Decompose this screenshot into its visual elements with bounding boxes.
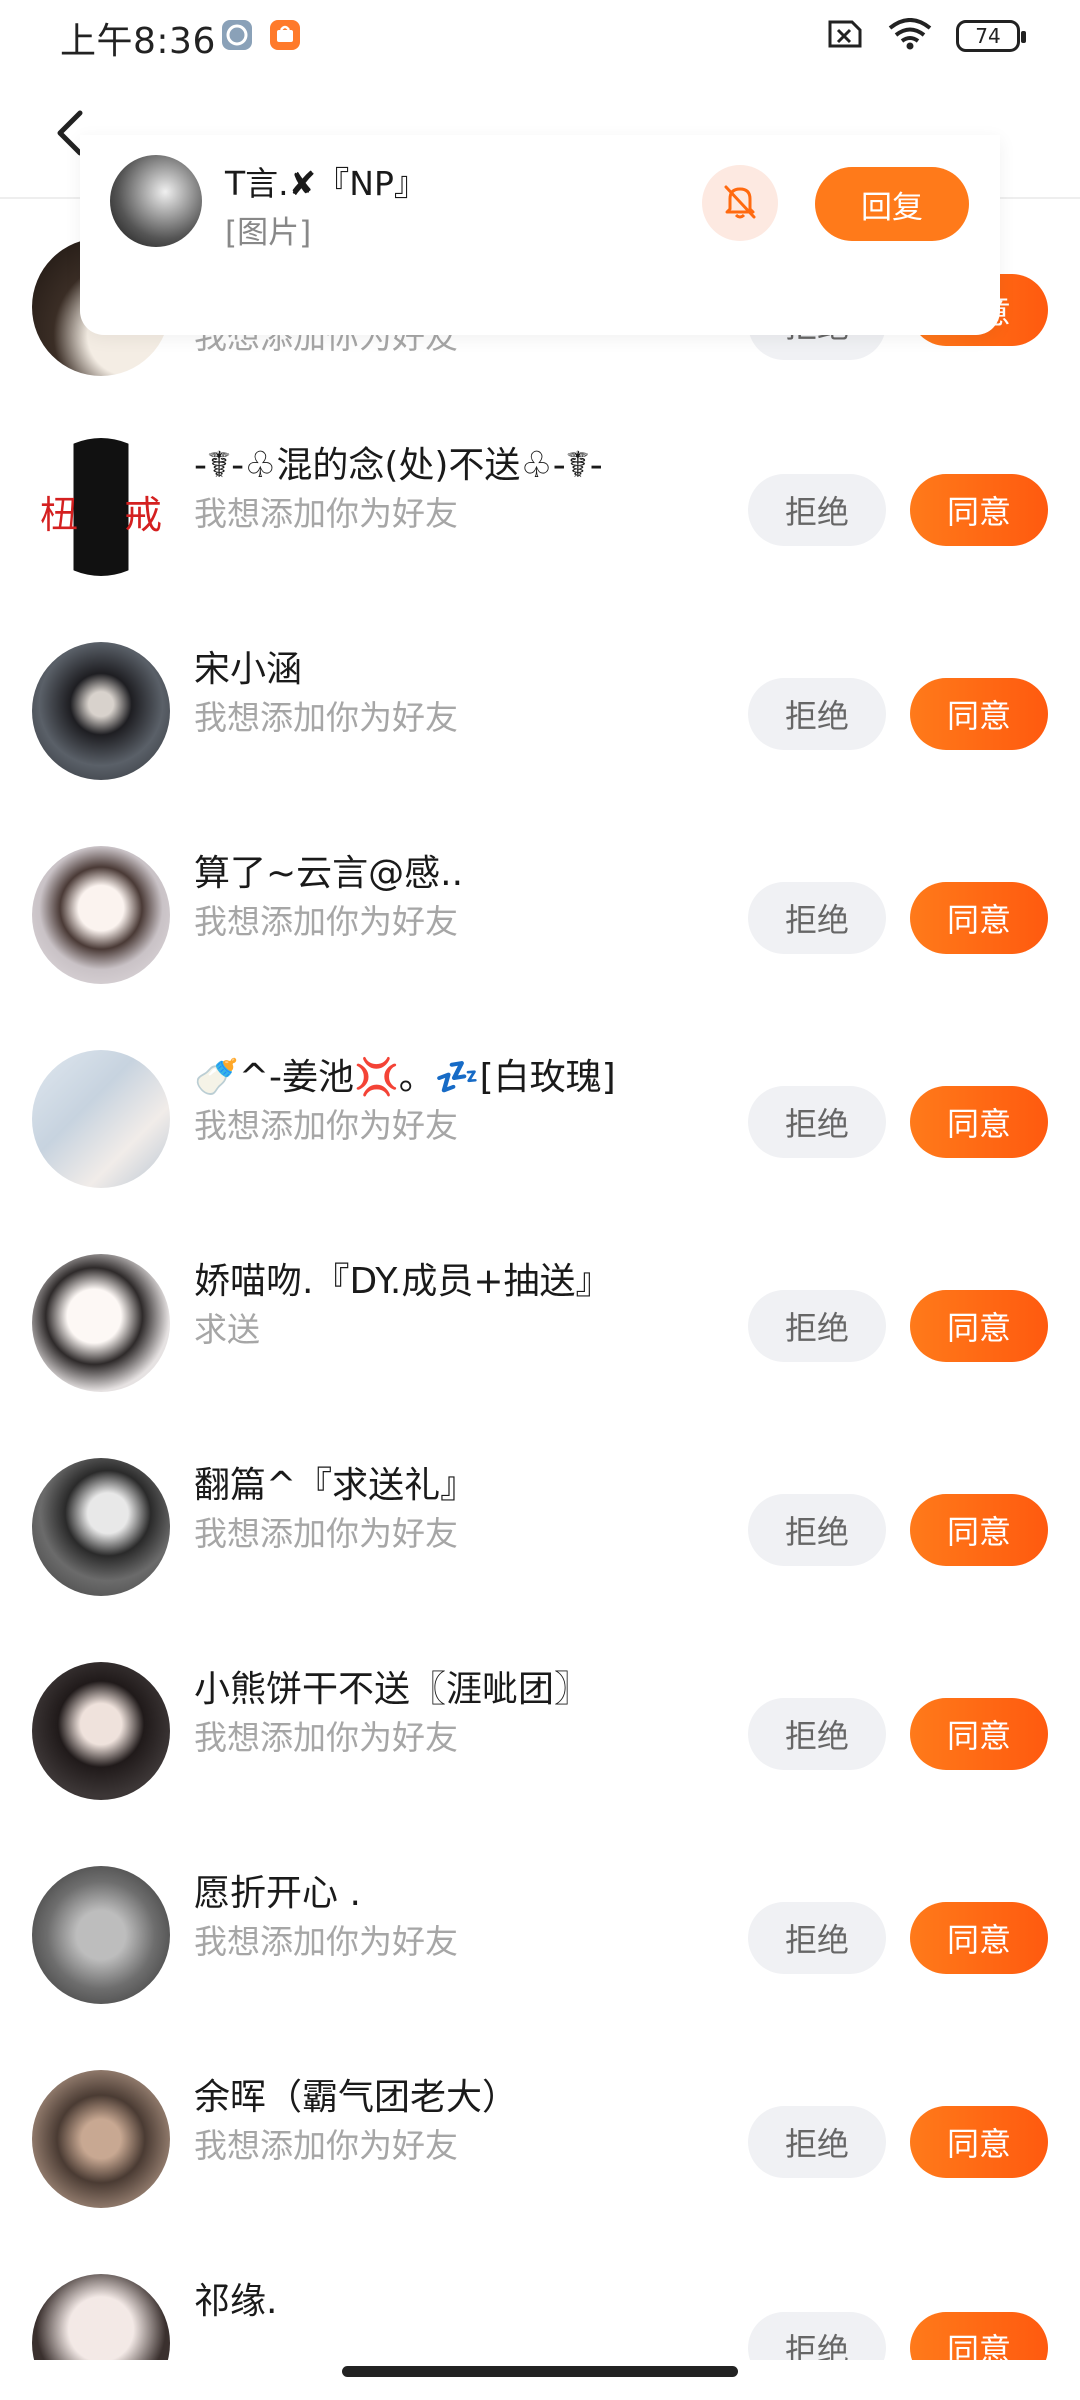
message-notification[interactable]: T言.✘『NP』 [图片] 回复 — [80, 135, 1000, 335]
reject-button[interactable]: 拒绝 — [748, 1290, 886, 1362]
reject-button[interactable]: 拒绝 — [748, 2106, 886, 2178]
request-row[interactable]: 余晖（霸气团老大） 我想添加你为好友 拒绝 同意 — [0, 2070, 1080, 2274]
avatar[interactable] — [32, 1254, 170, 1392]
svg-text:杻: 杻 — [40, 493, 78, 537]
notification-message: [图片] — [225, 215, 312, 251]
request-name: 宋小涵 — [194, 649, 303, 690]
avatar[interactable]: 杻戒 — [32, 438, 170, 576]
request-message: 我想添加你为好友 — [194, 1514, 458, 1553]
request-name: 翻篇^『求送礼』 — [194, 1465, 477, 1506]
home-indicator[interactable] — [342, 2366, 738, 2377]
accept-button[interactable]: 同意 — [910, 1494, 1048, 1566]
avatar[interactable] — [32, 1050, 170, 1188]
request-name: 娇喵吻.『DY.成员+抽送』 — [194, 1261, 612, 1302]
accept-button[interactable]: 同意 — [910, 1902, 1048, 1974]
request-name: 小熊饼干不送〖涯呲团〗 — [194, 1669, 591, 1710]
reject-button[interactable]: 拒绝 — [748, 882, 886, 954]
reply-button[interactable]: 回复 — [815, 167, 969, 241]
request-row[interactable]: 算了~云言@感.. 我想添加你为好友 拒绝 同意 — [0, 846, 1080, 1050]
request-name: 祁缘. — [194, 2281, 278, 2322]
request-message: 求送 — [194, 1310, 260, 1349]
reject-button[interactable]: 拒绝 — [748, 1698, 886, 1770]
request-row[interactable]: 杻戒 -☤-♧混的念(处)不送♧-☤- 我想添加你为好友 拒绝 同意 — [0, 438, 1080, 642]
accept-button[interactable]: 同意 — [910, 474, 1048, 546]
bell-off-icon — [718, 179, 762, 227]
request-row[interactable]: 小熊饼干不送〖涯呲团〗 我想添加你为好友 拒绝 同意 — [0, 1662, 1080, 1866]
reject-button[interactable]: 拒绝 — [748, 2312, 886, 2360]
request-name: 算了~云言@感.. — [194, 853, 464, 894]
accept-button[interactable]: 同意 — [910, 2106, 1048, 2178]
accept-button[interactable]: 同意 — [910, 1086, 1048, 1158]
avatar[interactable] — [32, 1458, 170, 1596]
friend-request-list[interactable]: 我想添加你为好友 拒绝 同意 杻戒 -☤-♧混的念(处)不送♧-☤- 我想添加你… — [0, 0, 1080, 2360]
request-message: 我想添加你为好友 — [194, 902, 458, 941]
accept-button[interactable]: 同意 — [910, 2312, 1048, 2360]
request-name: 余晖（霸气团老大） — [194, 2077, 519, 2118]
accept-button[interactable]: 同意 — [910, 882, 1048, 954]
request-row[interactable]: 翻篇^『求送礼』 我想添加你为好友 拒绝 同意 — [0, 1458, 1080, 1662]
request-message: 我想添加你为好友 — [194, 1106, 458, 1145]
request-name: -☤-♧混的念(处)不送♧-☤- — [194, 445, 603, 486]
avatar[interactable] — [32, 2274, 170, 2360]
mute-button[interactable] — [702, 165, 778, 241]
request-row[interactable]: 祁缘. 拒绝 同意 — [0, 2274, 1080, 2360]
request-name: 愿折开心 . — [194, 1873, 361, 1914]
avatar[interactable] — [32, 2070, 170, 2208]
accept-button[interactable]: 同意 — [910, 1290, 1048, 1362]
avatar[interactable] — [32, 846, 170, 984]
avatar[interactable] — [32, 1866, 170, 2004]
reject-button[interactable]: 拒绝 — [748, 1086, 886, 1158]
reject-button[interactable]: 拒绝 — [748, 1494, 886, 1566]
notification-avatar — [110, 155, 202, 247]
request-message: 我想添加你为好友 — [194, 1718, 458, 1757]
svg-text:戒: 戒 — [124, 493, 162, 537]
accept-button[interactable]: 同意 — [910, 1698, 1048, 1770]
accept-button[interactable]: 同意 — [910, 678, 1048, 750]
request-message: 我想添加你为好友 — [194, 1922, 458, 1961]
request-message: 我想添加你为好友 — [194, 494, 458, 533]
request-message: 我想添加你为好友 — [194, 2126, 458, 2165]
request-name: 🍼^-姜池💢。💤[白玫瑰] — [194, 1057, 616, 1098]
reject-button[interactable]: 拒绝 — [748, 474, 886, 546]
reject-button[interactable]: 拒绝 — [748, 678, 886, 750]
notification-sender: T言.✘『NP』 — [225, 164, 427, 203]
request-row[interactable]: 🍼^-姜池💢。💤[白玫瑰] 我想添加你为好友 拒绝 同意 — [0, 1050, 1080, 1254]
request-row[interactable]: 愿折开心 . 我想添加你为好友 拒绝 同意 — [0, 1866, 1080, 2070]
reject-button[interactable]: 拒绝 — [748, 1902, 886, 1974]
request-row[interactable]: 娇喵吻.『DY.成员+抽送』 求送 拒绝 同意 — [0, 1254, 1080, 1458]
request-row[interactable]: 宋小涵 我想添加你为好友 拒绝 同意 — [0, 642, 1080, 846]
avatar[interactable] — [32, 1662, 170, 1800]
avatar[interactable] — [32, 642, 170, 780]
request-message: 我想添加你为好友 — [194, 698, 458, 737]
